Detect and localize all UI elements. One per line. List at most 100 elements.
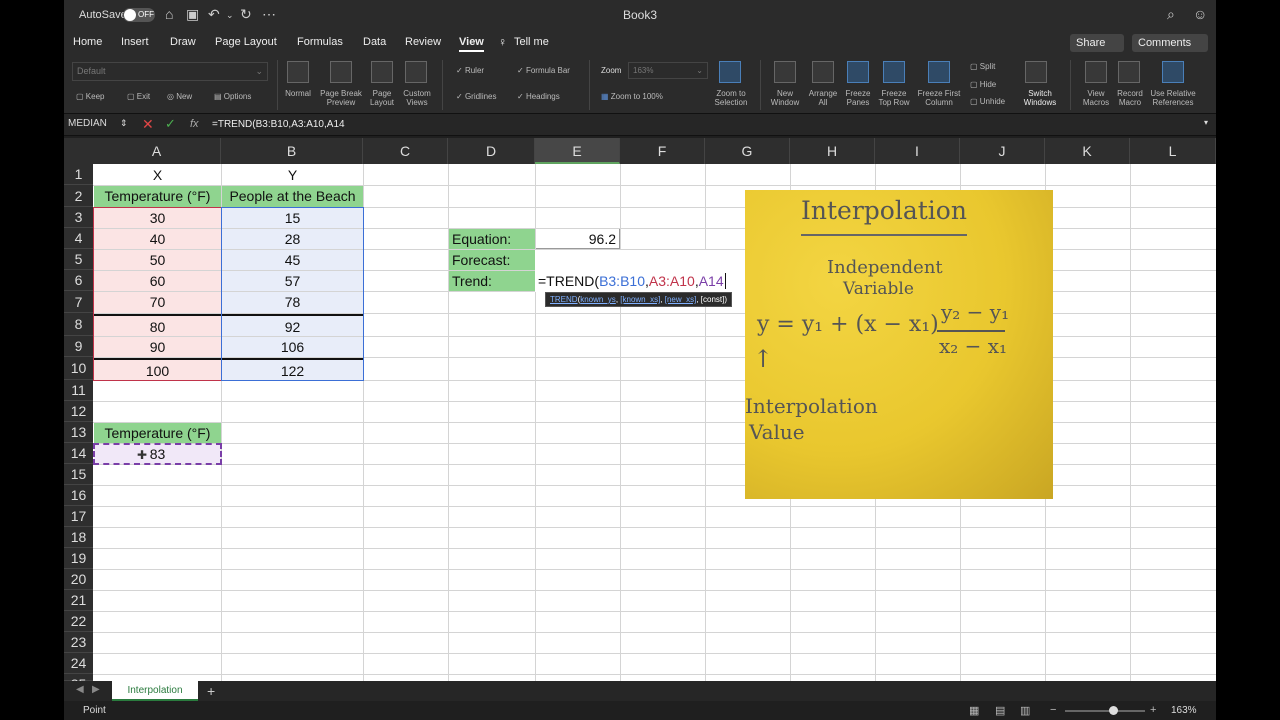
ruler-checkbox[interactable]: ✓ Ruler bbox=[456, 66, 484, 75]
new-sheet-view-button[interactable]: ◎ New bbox=[167, 92, 192, 101]
tab-tell-me[interactable]: Tell me bbox=[514, 36, 549, 48]
cell-a2[interactable]: Temperature (°F) bbox=[94, 186, 221, 207]
cell-b2[interactable]: People at the Beach bbox=[222, 186, 363, 207]
record-macro-icon[interactable] bbox=[1118, 61, 1140, 83]
tab-formulas[interactable]: Formulas bbox=[297, 36, 343, 48]
switch-windows-label[interactable]: Switch Windows bbox=[1020, 89, 1060, 107]
page-break-label[interactable]: Page Break Preview bbox=[316, 89, 366, 107]
options-button[interactable]: ▤ Options bbox=[214, 92, 251, 101]
row-header-4[interactable]: 4 bbox=[64, 228, 93, 249]
zoom-slider-thumb[interactable] bbox=[1109, 706, 1118, 715]
prev-sheet-icon[interactable]: ◀ bbox=[76, 684, 84, 695]
page-layout-icon[interactable] bbox=[371, 61, 393, 83]
freeze-first-column-label[interactable]: Freeze First Column bbox=[913, 89, 965, 107]
sheet-view-dropdown[interactable]: Default ⌄ bbox=[72, 62, 268, 81]
tooltip-function-link[interactable]: TREND bbox=[550, 295, 578, 304]
column-header-c[interactable]: C bbox=[363, 138, 448, 164]
switch-windows-icon[interactable] bbox=[1025, 61, 1047, 83]
relative-references-icon[interactable] bbox=[1162, 61, 1184, 83]
page-layout-view-icon[interactable]: ▤ bbox=[995, 704, 1005, 717]
zoom-percentage[interactable]: 163% bbox=[1171, 705, 1197, 716]
row-header-13[interactable]: 13 bbox=[64, 422, 93, 443]
column-header-h[interactable]: H bbox=[790, 138, 875, 164]
tab-draw[interactable]: Draw bbox=[170, 36, 196, 48]
column-header-b[interactable]: B bbox=[221, 138, 363, 164]
row-header-15[interactable]: 15 bbox=[64, 464, 93, 485]
cell-d4[interactable]: Equation: bbox=[449, 229, 535, 249]
hide-button[interactable]: ▢ Hide bbox=[970, 80, 996, 89]
function-icon[interactable]: fx bbox=[190, 118, 199, 130]
page-break-view-icon[interactable]: ▥ bbox=[1020, 704, 1030, 717]
zoom-100-button[interactable]: ▦ Zoom to 100% bbox=[601, 92, 663, 101]
zoom-out-icon[interactable]: − bbox=[1050, 704, 1056, 716]
headings-checkbox[interactable]: ✓ Headings bbox=[517, 92, 560, 101]
cell-a13[interactable]: Temperature (°F) bbox=[94, 423, 221, 443]
enter-icon[interactable]: ✓ bbox=[165, 116, 176, 132]
normal-view-label[interactable]: Normal bbox=[280, 89, 316, 98]
custom-views-label[interactable]: Custom Views bbox=[398, 89, 436, 107]
freeze-panes-label[interactable]: Freeze Panes bbox=[841, 89, 875, 107]
freeze-first-column-icon[interactable] bbox=[928, 61, 950, 83]
freeze-top-row-label[interactable]: Freeze Top Row bbox=[875, 89, 913, 107]
normal-view-icon[interactable] bbox=[287, 61, 309, 83]
custom-views-icon[interactable] bbox=[405, 61, 427, 83]
relative-references-label[interactable]: Use Relative References bbox=[1146, 89, 1200, 107]
add-sheet-icon[interactable]: + bbox=[207, 683, 215, 699]
row-header-5[interactable]: 5 bbox=[64, 249, 93, 270]
spreadsheet-grid[interactable]: A B C D E F G H I J K L 1 2 3 4 5 6 7 8 … bbox=[64, 138, 1216, 681]
column-header-g[interactable]: G bbox=[705, 138, 790, 164]
row-header-21[interactable]: 21 bbox=[64, 590, 93, 611]
cell-a1[interactable]: X bbox=[94, 165, 221, 185]
zoom-in-icon[interactable]: + bbox=[1150, 704, 1156, 716]
exit-button[interactable]: ▢ Exit bbox=[127, 92, 150, 101]
arrange-all-label[interactable]: Arrange All bbox=[804, 89, 842, 107]
tab-data[interactable]: Data bbox=[363, 36, 386, 48]
column-header-i[interactable]: I bbox=[875, 138, 960, 164]
name-box[interactable]: MEDIAN bbox=[68, 118, 107, 129]
row-header-10[interactable]: 10 bbox=[64, 357, 93, 380]
arrange-all-icon[interactable] bbox=[812, 61, 834, 83]
column-header-l[interactable]: L bbox=[1130, 138, 1216, 164]
row-header-11[interactable]: 11 bbox=[64, 380, 93, 401]
column-header-a[interactable]: A bbox=[93, 138, 221, 164]
view-macros-label[interactable]: View Macros bbox=[1078, 89, 1114, 107]
gridlines-checkbox[interactable]: ✓ Gridlines bbox=[456, 92, 497, 101]
page-break-icon[interactable] bbox=[330, 61, 352, 83]
tooltip-known-xs[interactable]: [known_xs] bbox=[620, 295, 660, 304]
cell-e4[interactable]: 96.2 bbox=[536, 229, 620, 249]
select-all-corner[interactable] bbox=[64, 138, 93, 164]
new-window-icon[interactable] bbox=[774, 61, 796, 83]
column-header-k[interactable]: K bbox=[1045, 138, 1130, 164]
expand-formula-icon[interactable]: ▾ bbox=[1204, 118, 1208, 127]
column-header-f[interactable]: F bbox=[620, 138, 705, 164]
freeze-panes-icon[interactable] bbox=[847, 61, 869, 83]
formula-input[interactable]: =TREND(B3:B10,A3:A10,A14 bbox=[212, 119, 345, 130]
new-window-label[interactable]: New Window bbox=[766, 89, 804, 107]
row-header-24[interactable]: 24 bbox=[64, 653, 93, 674]
cell-b1[interactable]: Y bbox=[222, 165, 363, 185]
row-header-19[interactable]: 19 bbox=[64, 548, 93, 569]
zoom-dropdown[interactable]: 163% ⌄ bbox=[628, 62, 708, 79]
row-header-3[interactable]: 3 bbox=[64, 207, 93, 228]
next-sheet-icon[interactable]: ▶ bbox=[92, 684, 100, 695]
row-header-25[interactable]: 25 bbox=[64, 674, 93, 681]
normal-view-icon[interactable]: ▦ bbox=[969, 704, 979, 717]
column-header-j[interactable]: J bbox=[960, 138, 1045, 164]
tab-page-layout[interactable]: Page Layout bbox=[215, 36, 277, 48]
split-button[interactable]: ▢ Split bbox=[970, 62, 995, 71]
zoom-selection-icon[interactable] bbox=[719, 61, 741, 83]
row-header-16[interactable]: 16 bbox=[64, 485, 93, 506]
row-header-22[interactable]: 22 bbox=[64, 611, 93, 632]
tooltip-new-xs[interactable]: [new_xs] bbox=[665, 295, 697, 304]
row-header-6[interactable]: 6 bbox=[64, 270, 93, 291]
row-header-7[interactable]: 7 bbox=[64, 291, 93, 313]
share-button[interactable]: Share bbox=[1070, 34, 1124, 52]
column-header-e[interactable]: E bbox=[535, 138, 620, 164]
tab-insert[interactable]: Insert bbox=[121, 36, 149, 48]
row-header-18[interactable]: 18 bbox=[64, 527, 93, 548]
column-header-d[interactable]: D bbox=[448, 138, 535, 164]
freeze-top-row-icon[interactable] bbox=[883, 61, 905, 83]
zoom-slider[interactable] bbox=[1065, 706, 1145, 715]
view-macros-icon[interactable] bbox=[1085, 61, 1107, 83]
row-header-23[interactable]: 23 bbox=[64, 632, 93, 653]
